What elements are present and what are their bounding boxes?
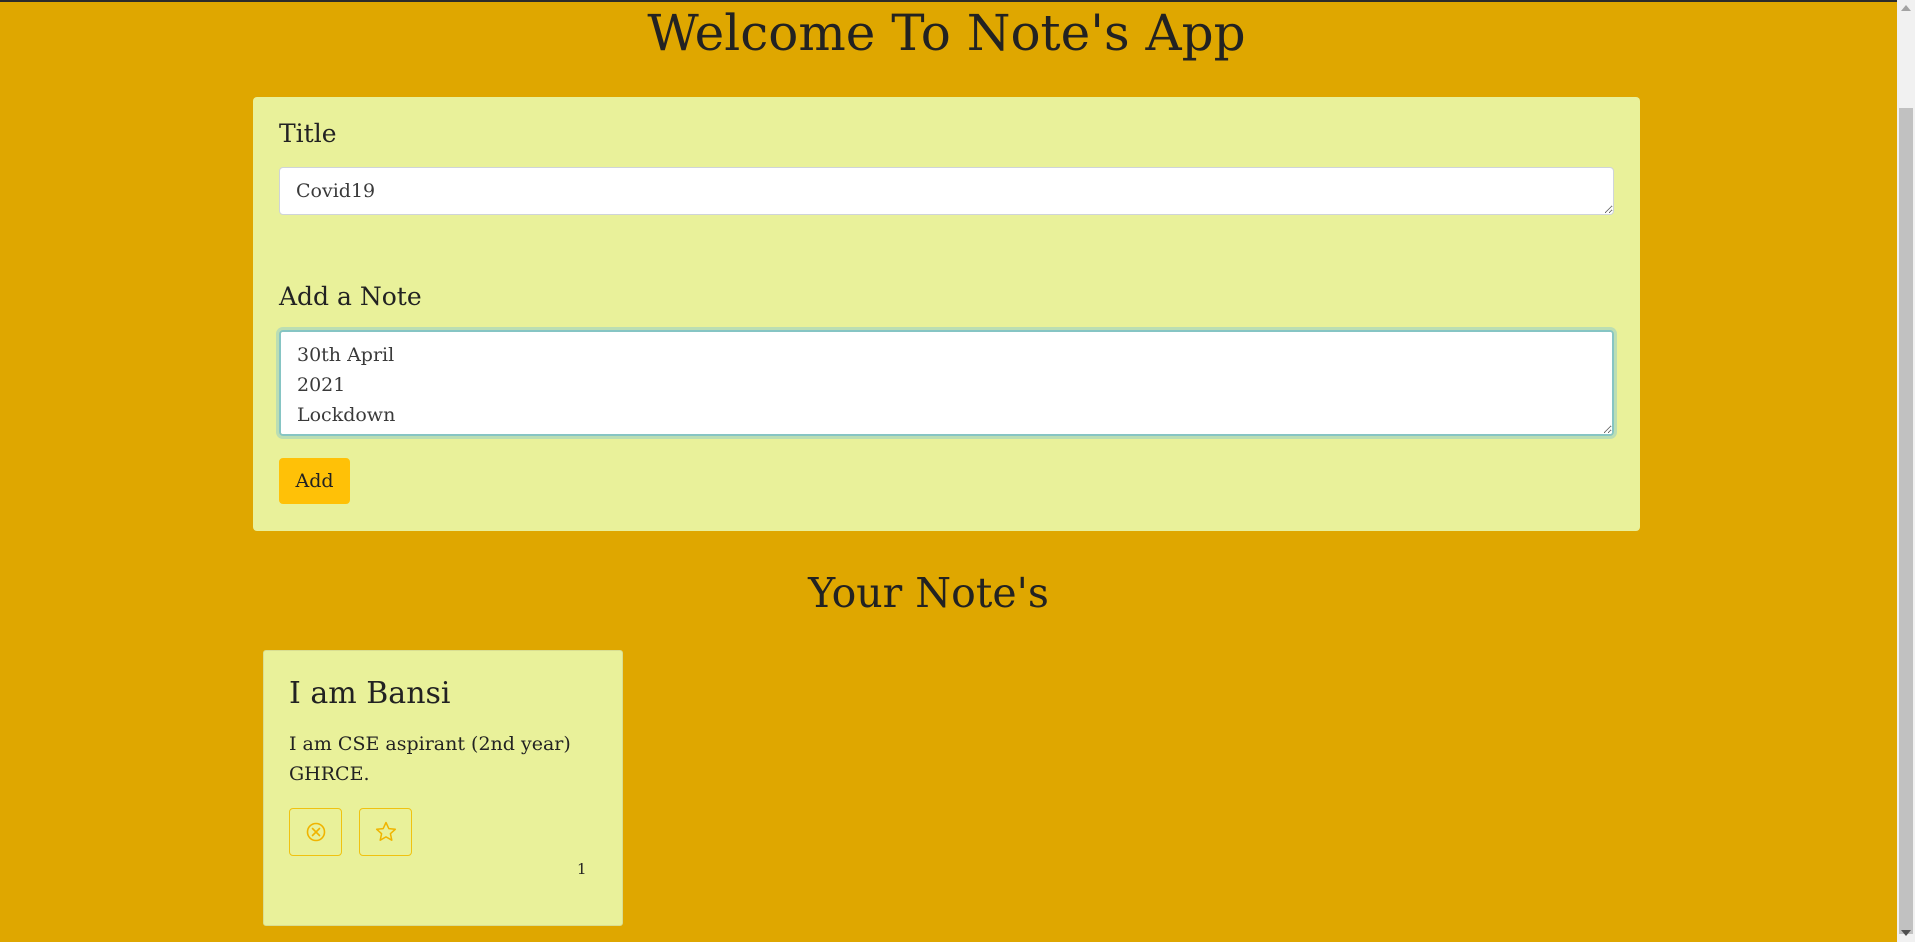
page: Welcome To Note's App Title Covid19 Add … xyxy=(0,0,1897,942)
note-label: Add a Note xyxy=(279,282,422,311)
note-text: I am CSE aspirant (2nd year) GHRCE. xyxy=(289,733,571,785)
title-input[interactable]: Covid19 xyxy=(279,167,1614,215)
scrollbar-thumb[interactable] xyxy=(1899,108,1913,934)
notes-heading: Your Note's xyxy=(808,569,1049,617)
delete-note-button[interactable] xyxy=(289,808,342,856)
add-button[interactable]: Add xyxy=(279,458,350,504)
title-label: Title xyxy=(279,119,337,148)
circle-x-icon xyxy=(305,821,327,843)
note-title: I am Bansi xyxy=(289,676,451,711)
favorite-note-button[interactable] xyxy=(359,808,412,856)
scroll-down-arrow-icon[interactable] xyxy=(1901,930,1911,936)
scroll-up-arrow-icon[interactable] xyxy=(1901,5,1911,11)
note-number: 1 xyxy=(577,860,587,878)
add-note-form: Title Covid19 Add a Note 30th April 2021… xyxy=(253,97,1640,531)
app-title: Welcome To Note's App xyxy=(647,4,1246,62)
note-textarea[interactable]: 30th April 2021 Lockdown xyxy=(279,330,1614,436)
note-card: I am Bansi I am CSE aspirant (2nd year) … xyxy=(263,650,623,926)
star-icon xyxy=(374,820,398,844)
